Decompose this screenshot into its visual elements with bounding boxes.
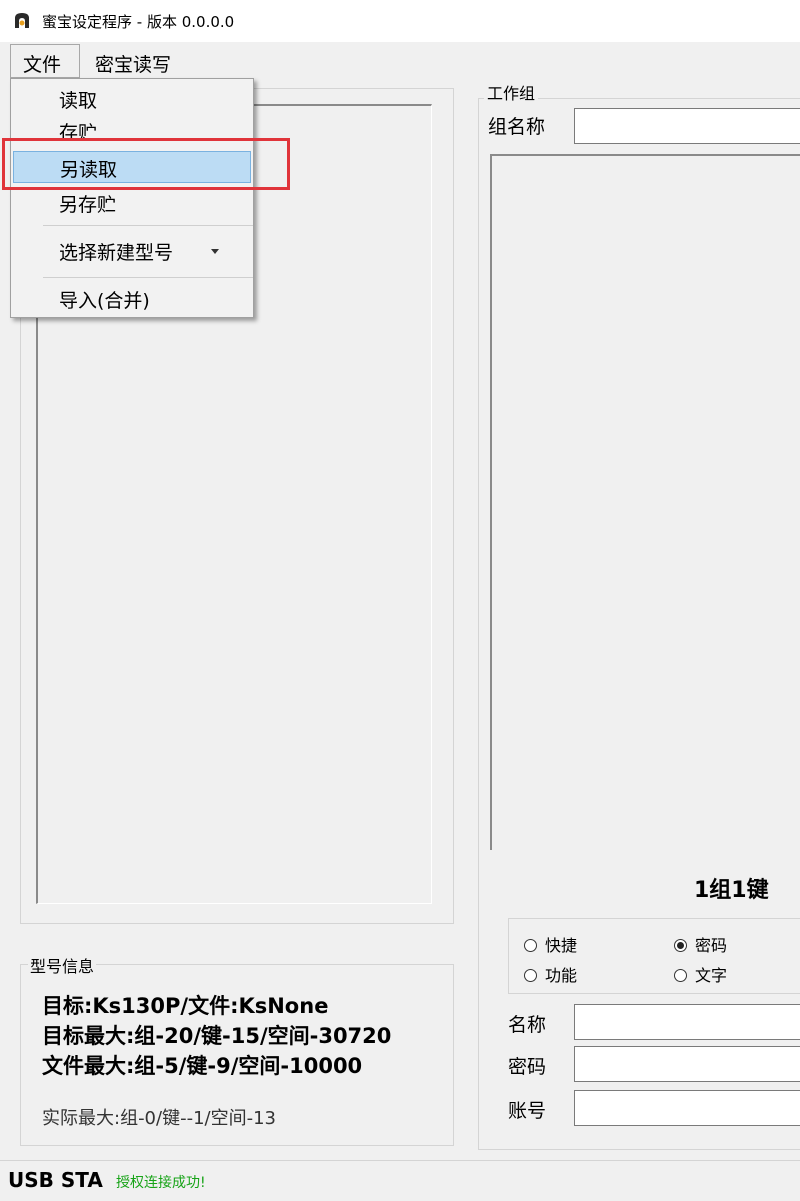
menu-item-read-label: 读取	[59, 90, 98, 112]
work-group-legend: 工作组	[484, 80, 539, 104]
menu-item-import[interactable]: 导入(合并)	[13, 283, 251, 315]
account-input[interactable]	[574, 1090, 800, 1126]
group-name-label: 组名称	[488, 116, 546, 138]
radio-function[interactable]: 功能	[524, 962, 577, 986]
menu-item-save-as[interactable]: 另存贮	[13, 187, 251, 219]
menu-file-label: 文件	[23, 54, 62, 76]
model-file-max: 文件最大:组-5/键-9/空间-10000	[42, 1054, 363, 1078]
menu-item-import-label: 导入(合并)	[59, 290, 150, 312]
highlight-annotation	[2, 138, 290, 190]
radio-shortcut[interactable]: 快捷	[524, 932, 577, 956]
status-message: 授权连接成功!	[116, 1175, 206, 1191]
radio-text-label: 文字	[695, 966, 728, 985]
menu-item-save-as-label: 另存贮	[59, 194, 117, 216]
menu-item-new-model-label: 选择新建型号	[59, 242, 174, 264]
radio-function-circle	[524, 969, 537, 982]
model-info-legend: 型号信息	[28, 953, 97, 977]
file-dropdown-menu: 读取 存贮 另读取 另存贮 选择新建型号 导入(合并)	[10, 78, 254, 318]
radio-shortcut-circle	[524, 939, 537, 952]
radio-function-label: 功能	[545, 966, 578, 985]
app-logo-icon	[12, 11, 32, 31]
menu-separator	[43, 277, 253, 278]
menu-item-read[interactable]: 读取	[13, 83, 251, 115]
key-list[interactable]	[490, 154, 800, 850]
name-label: 名称	[508, 1014, 547, 1036]
radio-text[interactable]: 文字	[674, 962, 727, 986]
window-title: 蜜宝设定程序 - 版本 0.0.0.0	[42, 13, 235, 31]
model-actual-max: 实际最大:组-0/键--1/空间-13	[42, 1108, 276, 1129]
password-input[interactable]	[574, 1046, 800, 1082]
radio-text-circle	[674, 969, 687, 982]
group-key-count: 1组1键	[694, 878, 769, 903]
menu-read-write[interactable]: 密宝读写	[95, 50, 171, 77]
submenu-arrow-icon	[211, 249, 219, 254]
group-name-input[interactable]	[574, 108, 800, 144]
status-usb: USB STA	[8, 1168, 103, 1192]
title-bar: 蜜宝设定程序 - 版本 0.0.0.0	[0, 0, 800, 42]
menu-separator	[43, 225, 253, 226]
menu-item-new-model[interactable]: 选择新建型号	[13, 235, 251, 267]
radio-password-circle	[674, 939, 687, 952]
name-input[interactable]	[574, 1004, 800, 1040]
radio-shortcut-label: 快捷	[545, 936, 578, 955]
menu-file[interactable]: 文件	[10, 44, 80, 78]
password-label: 密码	[508, 1056, 547, 1078]
account-label: 账号	[508, 1100, 547, 1122]
model-target-max: 目标最大:组-20/键-15/空间-30720	[42, 1024, 392, 1048]
radio-password-label: 密码	[695, 936, 728, 955]
model-target: 目标:Ks130P/文件:KsNone	[42, 994, 329, 1018]
radio-password[interactable]: 密码	[674, 932, 727, 956]
